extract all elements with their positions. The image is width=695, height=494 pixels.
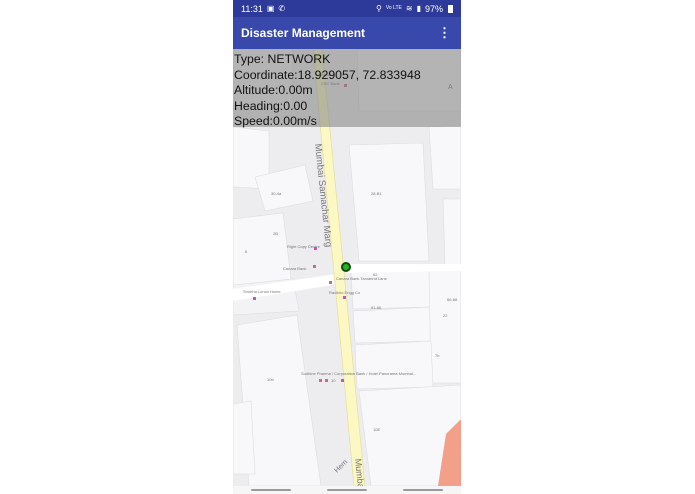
shop-icon <box>343 296 346 299</box>
building <box>233 400 256 475</box>
building-label: 30-4a <box>271 191 282 196</box>
location-coordinate: Coordinate:18.929057, 72.833948 <box>234 67 421 82</box>
bank-icon <box>325 379 328 382</box>
building <box>233 212 292 288</box>
poi-label: Ravikiro Engg Co <box>329 290 361 295</box>
phone-screen: 11:31 ▣ ✆ ⚲ Vo LTE ≋ ▮ 97% Disaster Mana… <box>233 0 461 494</box>
battery-percent: 97% <box>424 3 443 14</box>
building-label: 28-B1 <box>371 191 382 196</box>
location-altitude: Altitude:0.00m <box>234 83 313 98</box>
phone-icon: ✆ <box>278 3 286 13</box>
app-title: Disaster Management <box>241 26 366 40</box>
status-time: 11:31 <box>241 3 263 14</box>
gallery-icon: ▣ <box>266 3 275 13</box>
poi-label: 10 <box>331 378 336 383</box>
hotel-icon <box>341 379 344 382</box>
location-type: Type: NETWORK <box>234 52 331 66</box>
status-bar: 11:31 ▣ ✆ ⚲ Vo LTE ≋ ▮ 97% <box>233 0 461 17</box>
bank-icon <box>329 281 332 284</box>
building <box>428 124 461 190</box>
system-nav-bar <box>233 486 461 494</box>
building-label: 2B <box>273 231 278 236</box>
building-label: 7b <box>435 353 440 358</box>
building-label: 10b <box>267 377 274 382</box>
poi-label: Canara Bank <box>283 266 306 271</box>
poi-label: Shobha Lunch Home <box>243 289 281 294</box>
poi-label: Sudhine Pharma / Corporation Bank / Hote… <box>301 371 416 376</box>
network-type: Vo LTE <box>385 5 402 11</box>
pharmacy-icon <box>319 379 322 382</box>
nav-home-button[interactable] <box>327 489 367 491</box>
building-label: 61-66 <box>371 305 382 310</box>
status-right: ⚲ Vo LTE ≋ ▮ 97% <box>376 4 453 14</box>
building-label: 10E <box>373 427 380 432</box>
building-label: 22 <box>443 313 448 318</box>
restaurant-icon <box>253 297 256 300</box>
building <box>348 142 430 262</box>
wifi-icon: ≋ <box>405 3 413 13</box>
current-location-marker[interactable] <box>341 262 351 272</box>
battery-icon <box>448 4 453 13</box>
building <box>428 266 461 384</box>
signal-icon: ▮ <box>416 3 421 13</box>
location-heading: Heading:0.00 <box>234 98 308 113</box>
location-speed: Speed:0.00m/s <box>234 114 317 129</box>
app-bar: Disaster Management ⋮ <box>233 17 461 49</box>
location-icon: ⚲ <box>375 3 382 13</box>
building-label: 66-68 <box>447 297 458 302</box>
building <box>350 268 432 310</box>
building <box>354 340 434 390</box>
building <box>352 306 434 344</box>
shop-icon <box>314 247 317 250</box>
location-info-panel: Type: NETWORK Coordinate:18.929057, 72.8… <box>234 52 421 130</box>
nav-back-button[interactable] <box>403 489 443 491</box>
overflow-menu-icon[interactable]: ⋮ <box>436 25 453 41</box>
status-left: 11:31 ▣ ✆ <box>241 4 285 14</box>
nav-recents-button[interactable] <box>251 489 291 491</box>
building <box>442 198 461 268</box>
bank-icon <box>313 265 316 268</box>
building-label: 62 <box>373 272 378 277</box>
poi-label: Canara Bank Tamarind Lane <box>336 276 388 281</box>
